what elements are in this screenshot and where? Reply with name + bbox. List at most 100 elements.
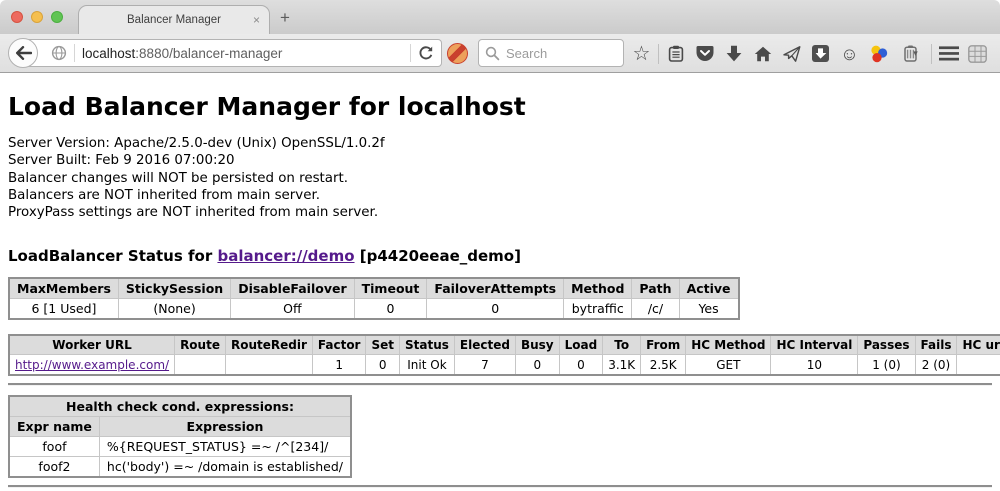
- window-minimize-button[interactable]: [31, 11, 43, 23]
- expr-name-cell: foof2: [9, 456, 99, 477]
- expression-cell: hc('body') =~ /domain is established/: [99, 456, 351, 477]
- browser-window: Balancer Manager × + localhost:8880/bala…: [0, 0, 1000, 491]
- star-icon: ☆: [633, 44, 651, 64]
- cell: /c/: [632, 298, 679, 319]
- balancers-notice-line: Balancers are NOT inherited from main se…: [8, 187, 992, 204]
- search-input[interactable]: [506, 46, 617, 61]
- url-divider: [74, 44, 75, 62]
- header-cell: Passes: [858, 335, 915, 355]
- cell: 10: [771, 355, 858, 375]
- health-table-title: Health check cond. expressions:: [9, 396, 351, 417]
- window-close-button[interactable]: [11, 11, 23, 23]
- header-cell: Route: [175, 335, 226, 355]
- back-button[interactable]: [8, 38, 38, 68]
- smiley-icon: ☺: [840, 45, 858, 63]
- cell: 2.5K: [641, 355, 686, 375]
- hamburger-icon: [939, 46, 959, 61]
- page-title: Load Balancer Manager for localhost: [8, 93, 992, 122]
- cell: 6 [1 Used]: [9, 298, 118, 319]
- bookmarks-menu-button[interactable]: [661, 39, 690, 69]
- table-header-row: MaxMembers StickySession DisableFailover…: [9, 278, 739, 299]
- reload-icon: [418, 46, 433, 61]
- section-divider: [8, 383, 992, 386]
- proxypass-notice-line: ProxyPass settings are NOT inherited fro…: [8, 204, 992, 221]
- browser-titlebar: Balancer Manager × +: [0, 0, 1000, 34]
- toolbar-divider: [931, 44, 932, 64]
- window-zoom-button[interactable]: [51, 11, 63, 23]
- cell: Yes: [679, 298, 738, 319]
- server-built-line: Server Built: Feb 9 2016 07:00:20: [8, 152, 992, 169]
- cell: [175, 355, 226, 375]
- header-cell: Set: [366, 335, 400, 355]
- header-cell: HC Interval: [771, 335, 858, 355]
- browser-navbar: localhost:8880/balancer-manager ☆: [0, 34, 1000, 73]
- colored-dots-extension-button[interactable]: [864, 39, 893, 69]
- balancer-demo-link[interactable]: balancer://demo: [217, 247, 354, 265]
- menu-button[interactable]: [934, 39, 963, 69]
- search-box[interactable]: [478, 39, 624, 67]
- header-cell: Expression: [99, 416, 351, 436]
- header-cell: Active: [679, 278, 738, 299]
- send-button[interactable]: [777, 39, 806, 69]
- downloads-button[interactable]: [719, 39, 748, 69]
- header-cell: Path: [632, 278, 679, 299]
- header-cell: Fails: [915, 335, 957, 355]
- expression-cell: %{REQUEST_STATUS} =~ /^[234]/: [99, 436, 351, 456]
- table-row: foof %{REQUEST_STATUS} =~ /^[234]/: [9, 436, 351, 456]
- status-heading-suffix: [p4420eeae_demo]: [355, 247, 521, 265]
- colored-dots-icon: [869, 45, 888, 63]
- tab-groups-button[interactable]: [963, 39, 992, 69]
- download-arrow-icon: [726, 45, 742, 62]
- url-domain: localhost: [82, 46, 135, 61]
- balancer-settings-table: MaxMembers StickySession DisableFailover…: [8, 277, 740, 320]
- table-header-row: Expr name Expression: [9, 416, 351, 436]
- square-download-icon: [812, 45, 829, 62]
- header-cell: Elected: [454, 335, 515, 355]
- status-heading-prefix: LoadBalancer Status for: [8, 247, 217, 265]
- url-divider: [410, 44, 411, 62]
- worker-url-link[interactable]: http://www.example.com/: [15, 358, 169, 372]
- pocket-button[interactable]: [690, 39, 719, 69]
- table-header-row: Health check cond. expressions:: [9, 396, 351, 417]
- cell: [225, 355, 312, 375]
- traffic-lights: [11, 11, 63, 23]
- cell: (None): [118, 298, 230, 319]
- table-row: 6 [1 Used] (None) Off 0 0 bytraffic /c/ …: [9, 298, 739, 319]
- back-arrow-icon: [15, 46, 32, 60]
- header-cell: Factor: [312, 335, 366, 355]
- tab-close-icon[interactable]: ×: [253, 13, 260, 27]
- header-cell: Timeout: [354, 278, 427, 299]
- header-cell: Status: [400, 335, 455, 355]
- tab-title: Balancer Manager: [127, 14, 221, 26]
- header-cell: FailoverAttempts: [427, 278, 564, 299]
- tab-balancer-manager[interactable]: Balancer Manager ×: [78, 5, 270, 34]
- url-bar[interactable]: localhost:8880/balancer-manager: [22, 39, 442, 67]
- expr-name-cell: foof: [9, 436, 99, 456]
- header-cell: DisableFailover: [231, 278, 354, 299]
- cell: 0: [427, 298, 564, 319]
- page-content: Load Balancer Manager for localhost Serv…: [0, 74, 1000, 491]
- worker-url-cell: http://www.example.com/: [9, 355, 175, 375]
- download-helper-button[interactable]: [806, 39, 835, 69]
- header-cell: Load: [559, 335, 603, 355]
- table-header-row: Worker URL Route RouteRedir Factor Set S…: [9, 335, 1000, 355]
- battery-extension-button[interactable]: ▾: [893, 39, 929, 69]
- grid-icon: [968, 45, 987, 63]
- cell: Init Ok: [400, 355, 455, 375]
- cell: 0: [559, 355, 603, 375]
- chevron-down-icon[interactable]: ▾: [913, 48, 918, 59]
- new-tab-button[interactable]: +: [280, 8, 290, 28]
- url-path: :8880/balancer-manager: [135, 46, 282, 61]
- url-text[interactable]: localhost:8880/balancer-manager: [82, 46, 403, 61]
- header-cell: HC uri: [957, 335, 1000, 355]
- home-button[interactable]: [748, 39, 777, 69]
- plugin-blocked-icon[interactable]: [447, 43, 468, 64]
- cell: GET: [686, 355, 771, 375]
- table-row: http://www.example.com/ 1 0 Init Ok 7 0 …: [9, 355, 1000, 375]
- hello-chat-button[interactable]: ☺: [835, 39, 864, 69]
- search-icon: [485, 46, 500, 61]
- table-row: foof2 hc('body') =~ /domain is establish…: [9, 456, 351, 477]
- reload-button[interactable]: [418, 46, 433, 61]
- bookmark-star-button[interactable]: ☆: [627, 39, 656, 69]
- server-version-line: Server Version: Apache/2.5.0-dev (Unix) …: [8, 135, 992, 152]
